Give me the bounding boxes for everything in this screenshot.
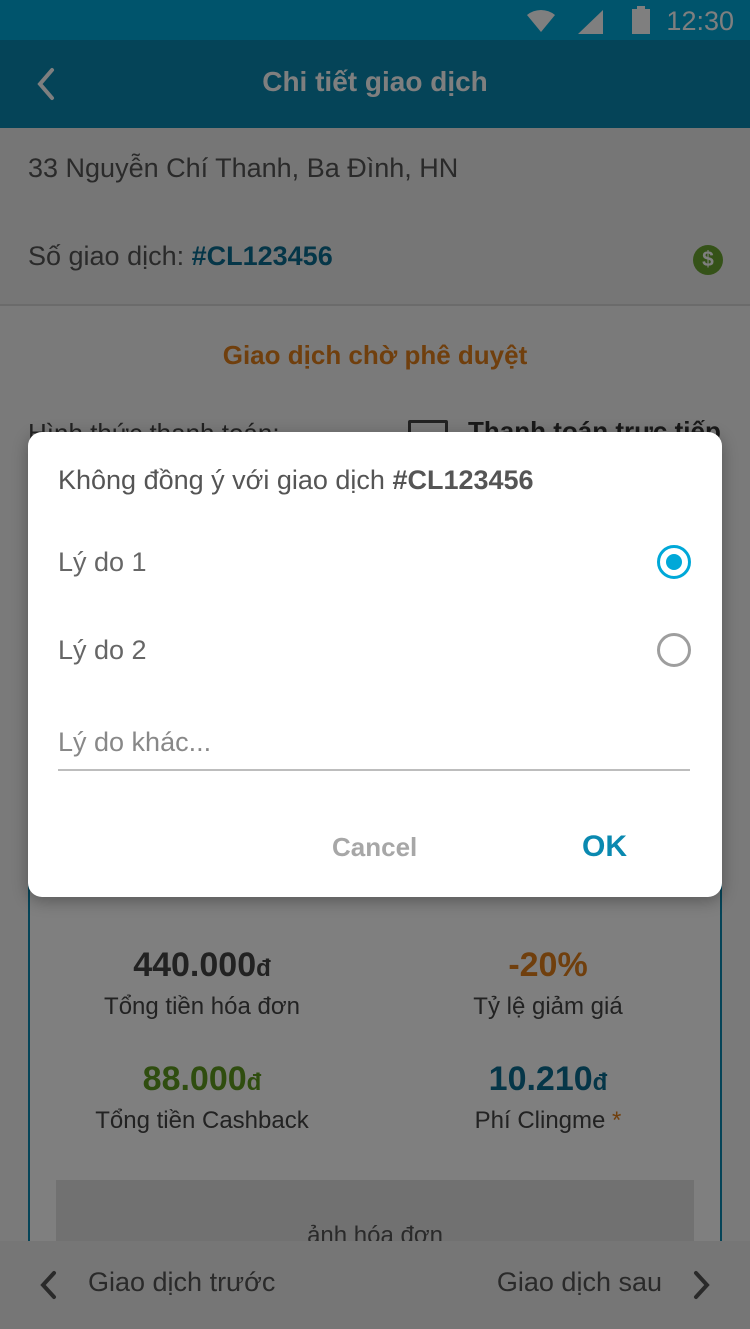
reject-dialog: Không đồng ý với giao dịch #CL123456 Lý … <box>28 432 722 897</box>
dialog-title-text: Không đồng ý với giao dịch <box>58 465 393 495</box>
ok-button[interactable]: OK <box>582 830 627 864</box>
reason-2-radio[interactable] <box>657 633 691 667</box>
cancel-button[interactable]: Cancel <box>332 832 417 863</box>
dialog-title-id: #CL123456 <box>392 465 534 495</box>
reason-1-label[interactable]: Lý do 1 <box>58 547 147 578</box>
reason-1-radio[interactable] <box>657 545 691 579</box>
other-reason-input[interactable] <box>58 715 690 771</box>
reason-2-label[interactable]: Lý do 2 <box>58 635 147 666</box>
dialog-title: Không đồng ý với giao dịch #CL123456 <box>58 465 534 496</box>
